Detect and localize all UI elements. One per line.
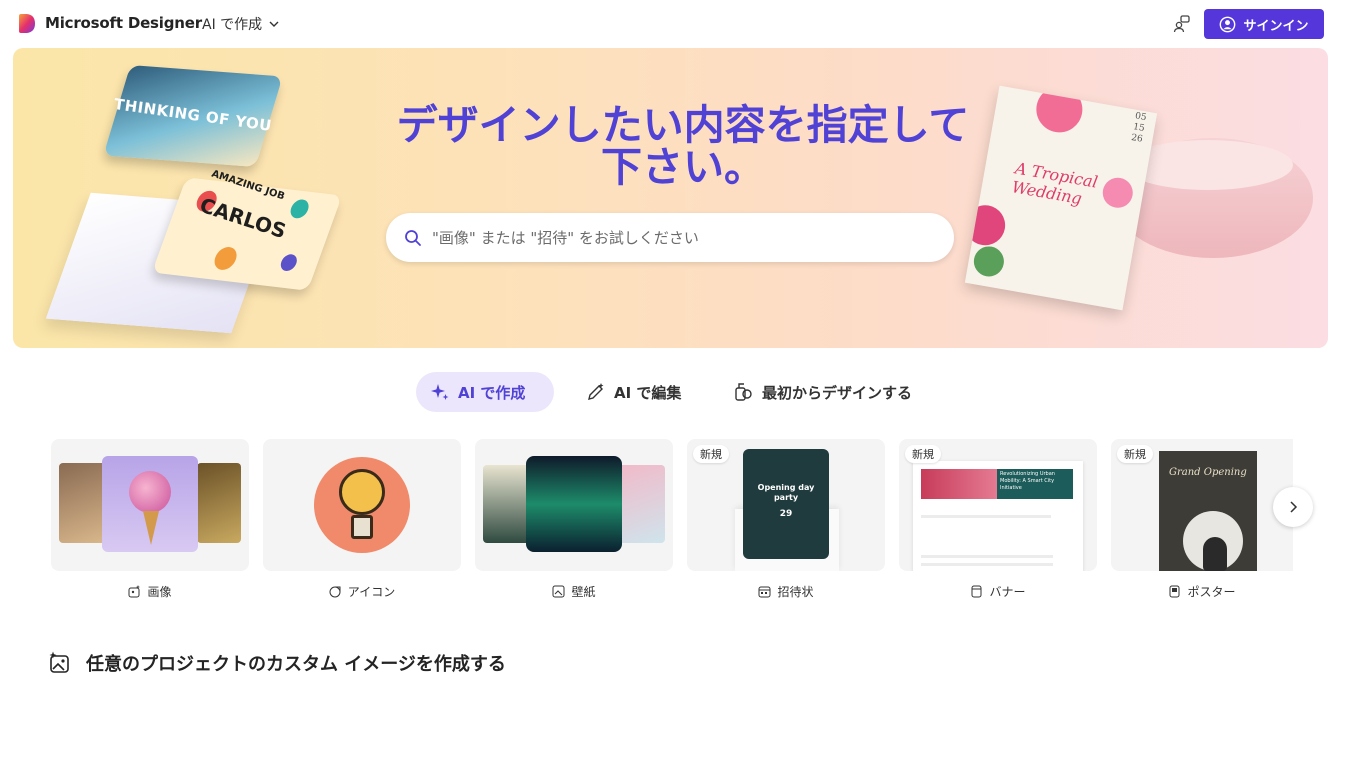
account-switch-icon[interactable] — [1172, 14, 1192, 34]
wallpaper-icon — [552, 585, 565, 597]
banner-thumb-text: Revolutionizing Urban Mobility: A Smart … — [1000, 471, 1055, 491]
category-image[interactable]: 画像 — [51, 439, 249, 601]
poster-icon — [1169, 585, 1180, 597]
search-icon — [405, 229, 421, 246]
category-image-label: 画像 — [147, 584, 172, 599]
new-badge: 新規 — [1117, 445, 1153, 463]
sparkle-icon — [431, 384, 449, 400]
icon-sticker-icon — [329, 586, 341, 597]
category-icon-thumbnail — [263, 439, 461, 571]
chevron-right-icon — [1290, 501, 1298, 513]
hero-title: デザインしたい内容を指定して下さい。 — [396, 101, 970, 191]
designer-logo-icon[interactable] — [18, 14, 36, 33]
create-with-ai-menu-label: AI で作成 — [202, 17, 263, 33]
top-header: Microsoft Designer AI で作成 サインイン — [0, 0, 1365, 48]
image-sparkle-icon — [128, 584, 141, 597]
image-sparkle-icon — [49, 651, 69, 673]
category-icon-label: アイコン — [347, 584, 396, 599]
category-invitation-label: 招待状 — [777, 584, 814, 599]
carousel-next-button[interactable] — [1273, 487, 1313, 527]
category-invitation-thumbnail: Opening day party 29 新規 — [687, 439, 885, 571]
calendar-icon — [758, 586, 771, 597]
category-banner-label-row: バナー — [899, 581, 1097, 601]
category-invitation[interactable]: Opening day party 29 新規 招待状 — [687, 439, 885, 601]
category-image-thumbnail — [51, 439, 249, 571]
tab-create-with-ai[interactable]: AI で作成 — [416, 372, 554, 412]
section-heading-text: 任意のプロジェクトのカスタム イメージを作成する — [86, 654, 506, 675]
mode-tabs: AI で作成 AI で編集 最初からデザインする — [0, 372, 1365, 412]
category-image-label-row: 画像 — [51, 581, 249, 601]
category-banner-label: バナー — [989, 584, 1026, 599]
new-badge: 新規 — [905, 445, 941, 463]
prompt-search-box[interactable] — [386, 213, 954, 262]
hero-banner: THINKING OF YOU AMAZING JOB CARLOS デザインし… — [13, 48, 1328, 348]
sign-in-label: サインイン — [1243, 18, 1309, 34]
tab-create-with-ai-label: AI で作成 — [458, 383, 526, 402]
category-wallpaper-label: 壁紙 — [571, 584, 596, 599]
new-badge: 新規 — [693, 445, 729, 463]
category-poster-label-row: ポスター — [1111, 581, 1293, 601]
brand-name[interactable]: Microsoft Designer — [45, 14, 202, 32]
sign-in-button[interactable]: サインイン — [1204, 9, 1324, 39]
poster-thumb-text: Grand Opening — [1169, 467, 1247, 478]
category-poster-label: ポスター — [1187, 584, 1236, 599]
category-poster[interactable]: Grand Opening 新規 ポスター — [1111, 439, 1293, 601]
edit-sparkle-icon — [588, 383, 604, 400]
category-icon[interactable]: アイコン — [263, 439, 461, 601]
category-invitation-label-row: 招待状 — [687, 581, 885, 601]
section-heading: 任意のプロジェクトのカスタム イメージを作成する — [48, 650, 506, 676]
design-shapes-icon — [735, 383, 752, 401]
prompt-input[interactable] — [432, 228, 932, 247]
tab-edit-with-ai-label: AI で編集 — [614, 383, 682, 402]
invitation-thumb-text: Opening day party — [757, 483, 815, 502]
category-wallpaper[interactable]: 壁紙 — [475, 439, 673, 601]
create-with-ai-menu[interactable]: AI で作成 — [202, 14, 280, 34]
tab-design-from-scratch[interactable]: 最初からデザインする — [720, 372, 936, 412]
category-wallpaper-thumbnail — [475, 439, 673, 571]
category-icon-label-row: アイコン — [263, 581, 461, 601]
banner-icon — [971, 585, 982, 597]
person-circle-icon — [1220, 16, 1236, 32]
tab-design-from-scratch-label: 最初からデザインする — [762, 383, 913, 402]
tab-edit-with-ai[interactable]: AI で編集 — [572, 372, 696, 412]
category-banner[interactable]: Revolutionizing Urban Mobility: A Smart … — [899, 439, 1097, 601]
category-poster-thumbnail: Grand Opening 新規 — [1111, 439, 1293, 571]
chevron-down-icon — [269, 21, 279, 27]
invitation-thumb-number: 29 — [779, 509, 793, 519]
category-wallpaper-label-row: 壁紙 — [475, 581, 673, 601]
category-banner-thumbnail: Revolutionizing Urban Mobility: A Smart … — [899, 439, 1097, 571]
